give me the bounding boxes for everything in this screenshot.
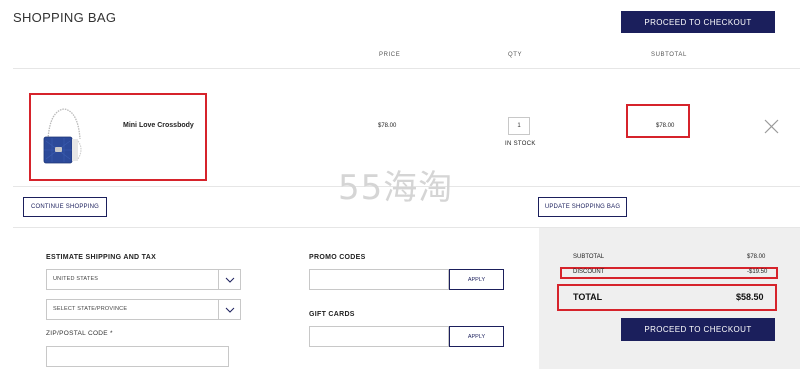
gift-card-apply-button[interactable]: APPLY	[449, 326, 504, 347]
chevron-down-icon	[218, 300, 240, 319]
promo-apply-button[interactable]: APPLY	[449, 269, 504, 290]
country-select-value: UNITED STATES	[53, 276, 99, 282]
gift-card-input[interactable]	[309, 326, 449, 347]
page-title: SHOPPING BAG	[13, 10, 117, 25]
column-header-price: PRICE	[379, 52, 401, 58]
quantity-value: 1	[517, 123, 521, 129]
country-select[interactable]: UNITED STATES	[46, 269, 241, 290]
shipping-heading: ESTIMATE SHIPPING AND TAX	[46, 254, 157, 261]
summary-total-label: TOTAL	[573, 292, 603, 302]
item-subtotal: $78.00	[656, 123, 675, 129]
header-divider	[13, 68, 800, 69]
subtotal-highlight-box	[626, 104, 690, 138]
product-name[interactable]: Mini Love Crossbody	[123, 122, 194, 129]
item-price: $78.00	[378, 123, 397, 129]
zip-label: ZIP/POSTAL CODE *	[46, 330, 113, 337]
summary-discount-value: -$19.50	[747, 269, 768, 275]
proceed-to-checkout-button-bottom[interactable]: PROCEED TO CHECKOUT	[621, 318, 775, 341]
continue-shopping-button[interactable]: CONTINUE SHOPPING	[23, 197, 107, 217]
summary-subtotal-label: SUBTOTAL	[573, 254, 605, 260]
state-select[interactable]: SELECT STATE/PROVINCE	[46, 299, 241, 320]
summary-subtotal-value: $78.00	[747, 254, 766, 260]
watermark-logo: 55海淘	[338, 168, 454, 208]
quantity-input[interactable]: 1	[508, 117, 530, 135]
column-header-qty: QTY	[508, 52, 523, 58]
state-select-value: SELECT STATE/PROVINCE	[53, 306, 128, 312]
proceed-to-checkout-button-top[interactable]: PROCEED TO CHECKOUT	[621, 11, 775, 33]
summary-total-value: $58.50	[736, 292, 764, 302]
product-image[interactable]	[40, 105, 88, 171]
remove-item-close-icon[interactable]	[764, 119, 779, 134]
promo-code-input[interactable]	[309, 269, 449, 290]
stock-status: IN STOCK	[505, 141, 536, 147]
update-shopping-bag-button[interactable]: UPDATE SHOPPING BAG	[538, 197, 627, 217]
chevron-down-icon	[218, 270, 240, 289]
gift-cards-heading: GIFT CARDS	[309, 311, 355, 318]
zip-input[interactable]	[46, 346, 229, 367]
column-header-subtotal: SUBTOTAL	[651, 52, 687, 58]
promo-heading: PROMO CODES	[309, 254, 366, 261]
summary-discount-label: DISCOUNT	[573, 269, 605, 275]
